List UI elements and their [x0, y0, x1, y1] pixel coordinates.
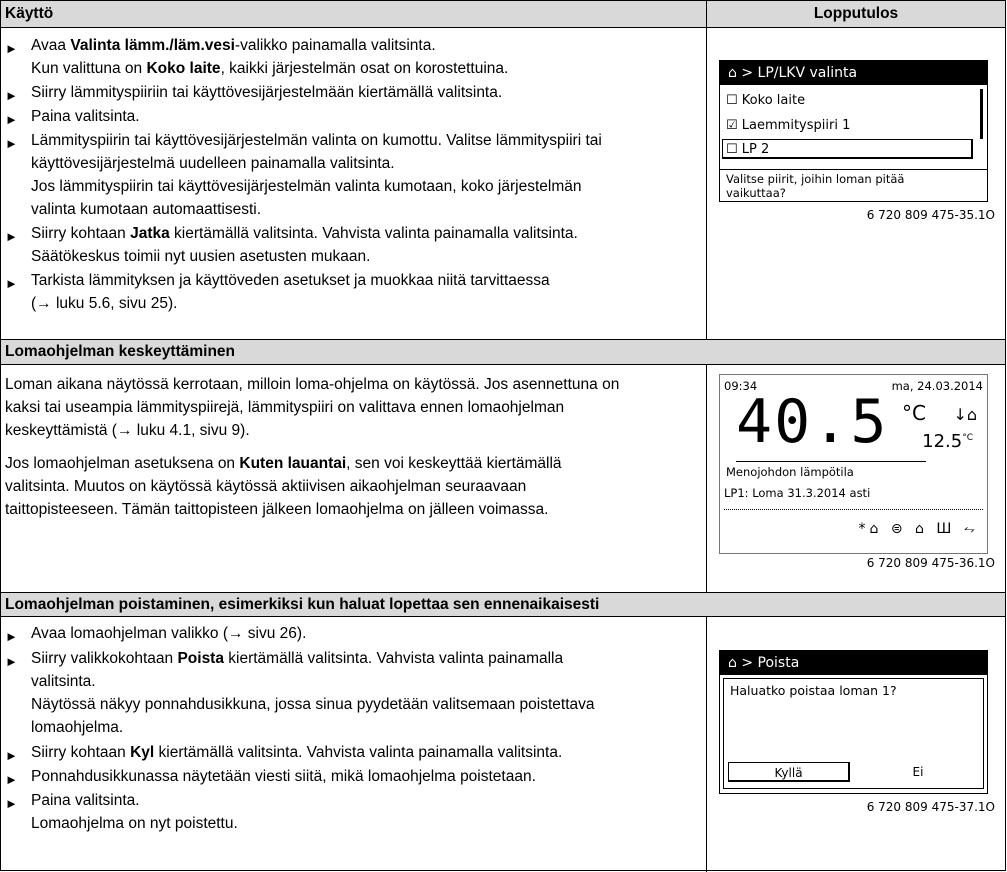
s1-line-4: Lämmityspiirin tai käyttövesijärjestelmä… [31, 132, 602, 149]
s2-line-0: Loman aikana näytössä kerrotaan, milloin… [5, 376, 620, 393]
screen-label: Menojohdon lämpötila [726, 465, 854, 479]
s3-line-6: Ponnahdusikkunassa näytetään viesti siit… [31, 768, 536, 785]
screen-poista: ⌂ > Poista Haluatko poistaa loman 1? Kyl… [719, 650, 988, 794]
screen-title: ⌂ > LP/LKV valinta [720, 61, 987, 85]
s1-line-11: (→ luku 5.6, sivu 25). [31, 295, 178, 312]
screen-standard-display: 09:34 ma, 24.03.2014 40.5 °C ↓⌂ 12.5°C M… [719, 374, 988, 554]
poista-title: ⌂ > Poista [720, 651, 987, 675]
s3-line-1: Siirry valikkokohtaan Poista kiertämällä… [31, 650, 564, 667]
s3-line-8: Lomaohjelma on nyt poistettu. [31, 815, 238, 832]
section3-heading: Lomaohjelman poistaminen, esimerkiksi ku… [1, 593, 1005, 616]
option-laemmityspiiri-1: ☑ Laemmityspiiri 1 [726, 118, 851, 133]
section1-result: ⌂ > LP/LKV valinta ☐ Koko laite ☑ Laemmi… [707, 28, 1005, 339]
status-icons: *⌂ ⊜ ⌂ Ш ⥊ [858, 521, 979, 537]
s1-line-7: valinta kumotaan automaattisesti. [31, 201, 262, 218]
s2-line-2: keskeyttämistä (→ luku 4.1, sivu 9). [5, 422, 250, 439]
screen-status: LP1: Loma 31.3.2014 asti [724, 486, 871, 500]
popup-dialog: Haluatko poistaa loman 1? Kyllä Ei [723, 678, 984, 789]
s1-line-1: Kun valittuna on Koko laite, kaikki järj… [31, 60, 509, 77]
s2-line-5: taittopisteeseen. Tämän taittopisteen jä… [5, 501, 549, 518]
instruction-table: Käyttö Lopputulos ► Avaa Valinta lämm./l… [0, 0, 1006, 872]
s1-line-0: Avaa Valinta lämm./läm.vesi-valikko pain… [31, 37, 436, 54]
s1-line-8: Siirry kohtaan Jatka kiertämällä valitsi… [31, 225, 578, 242]
screen-date: ma, 24.03.2014 [891, 379, 983, 393]
s3-line-2: valitsinta. [31, 673, 96, 690]
s3-line-5: Siirry kohtaan Kyl kiertämällä valitsint… [31, 744, 563, 761]
popup-question: Haluatko poistaa loman 1? [730, 683, 897, 698]
screen-main-temp: 40.5 [736, 387, 889, 457]
s2-line-3: Jos lomaohjelman asetuksena on Kuten lau… [5, 455, 562, 472]
screen-help: Valitse piirit, joihin loman pitää vaikut… [726, 172, 905, 200]
s2-line-4: valitsinta. Muutos on käytössä käytössä … [5, 478, 527, 495]
table-header: Käyttö Lopputulos [1, 1, 1005, 27]
section3-result: ⌂ > Poista Haluatko poistaa loman 1? Kyl… [707, 617, 1005, 871]
s3-line-0: Avaa lomaohjelman valikko (→ sivu 26). [31, 625, 307, 642]
section3-steps: ► Avaa lomaohjelman valikko (→ sivu 26).… [1, 617, 706, 871]
figure-caption-36: 6 720 809 475-36.1O [866, 556, 995, 570]
section2-body: Loman aikana näytössä kerrotaan, milloin… [1, 365, 706, 592]
s1-line-2: Siirry lämmityspiiriin tai käyttövesijär… [31, 84, 503, 101]
house-icon: ↓⌂ [953, 405, 977, 424]
s1-line-9: Säätökeskus toimii nyt uusien asetusten … [31, 248, 371, 265]
s3-line-3: Näytössä näkyy ponnahdusikkuna, jossa si… [31, 696, 595, 713]
scrollbar [980, 89, 983, 139]
s1-line-10: Tarkista lämmityksen ja käyttöveden aset… [31, 272, 550, 289]
option-lp-2-selected: ☐ LP 2 [722, 139, 973, 159]
section2-result: 09:34 ma, 24.03.2014 40.5 °C ↓⌂ 12.5°C M… [707, 365, 1005, 592]
figure-caption-35: 6 720 809 475-35.1O [866, 208, 995, 222]
figure-caption-37: 6 720 809 475-37.1O [866, 800, 995, 814]
s3-line-7: Paina valitsinta. [31, 792, 140, 809]
s1-line-6: Jos lämmityspiirin tai käyttövesijärjest… [31, 178, 582, 195]
header-left: Käyttö [5, 5, 54, 22]
s1-line-5: käyttövesijärjestelmä uudelleen painamal… [31, 155, 395, 172]
screen-outdoor-temp: 12.5°C [922, 431, 973, 452]
s2-line-1: kaksi tai useampia lämmityspiirejä, lämm… [5, 399, 565, 416]
no-button: Ei [912, 765, 924, 779]
option-koko-laite: ☐ Koko laite [726, 93, 806, 108]
section2-heading: Lomaohjelman keskeyttäminen [1, 340, 1005, 364]
section1-steps: ► Avaa Valinta lämm./läm.vesi-valikko pa… [1, 28, 706, 339]
s1-line-3: Paina valitsinta. [31, 108, 140, 125]
screen-lp-lkv-valinta: ⌂ > LP/LKV valinta ☐ Koko laite ☑ Laemmi… [719, 60, 988, 202]
screen-temp-unit: °C [902, 401, 926, 425]
yes-button: Kyllä [728, 762, 850, 782]
header-right: Lopputulos [813, 5, 899, 22]
s3-line-4: lomaohjelma. [31, 719, 124, 736]
